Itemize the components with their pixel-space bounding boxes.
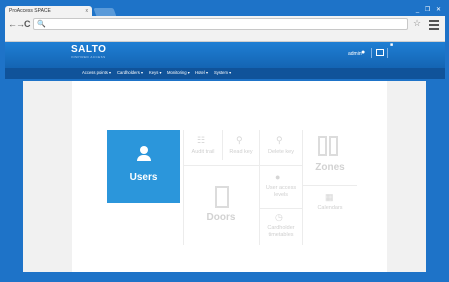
tile-user-access-levels-label: User access	[265, 185, 297, 191]
grid-divider	[302, 185, 357, 186]
tile-user-access-levels[interactable]: ● User access levels	[261, 172, 301, 206]
user-icon[interactable]: ●	[361, 49, 365, 56]
tile-zones[interactable]: Zones	[304, 130, 356, 182]
tile-cardholder-timetables-label: Cardholder	[267, 225, 295, 231]
grid-divider	[183, 165, 303, 166]
nav-hotel[interactable]: Hotel ▾	[195, 70, 208, 75]
grid-divider	[259, 130, 260, 245]
logo-tagline: INSPIRED ACCESS	[71, 55, 106, 59]
audit-trail-icon: ☷	[197, 135, 206, 145]
tile-users-label: Users	[129, 172, 158, 183]
tile-cardholder-timetables-label-2: timetables	[268, 232, 294, 238]
calendar-icon: ▦	[325, 192, 334, 202]
tile-read-key[interactable]: ⚲ Read key	[224, 133, 258, 163]
bookmark-star-icon[interactable]: ☆	[413, 18, 421, 29]
settings-icon[interactable]: ■	[390, 42, 393, 48]
tile-zones-label: Zones	[315, 162, 345, 173]
door-icon	[215, 186, 229, 208]
grid-divider	[302, 130, 303, 245]
username[interactable]: admin	[348, 51, 362, 57]
browser-menu-icon[interactable]	[429, 20, 439, 32]
reload-icon[interactable]: C	[24, 19, 31, 29]
clock-icon: ◷	[275, 212, 283, 222]
tile-read-key-label: Read key	[229, 149, 253, 155]
header-divider	[371, 48, 372, 58]
app-header: SALTO INSPIRED ACCESS admin ● ■	[5, 42, 445, 68]
tile-user-access-levels-label-2: levels	[273, 192, 289, 198]
nav-monitoring[interactable]: Monitoring ▾	[167, 70, 190, 75]
tile-cardholder-timetables[interactable]: ◷ Cardholder timetables	[261, 212, 301, 246]
salto-logo: SALTO	[71, 44, 107, 55]
key-icon: ⚲	[236, 135, 243, 145]
address-bar: ← → C 🔍 ☆	[5, 16, 445, 42]
tile-delete-key-label: Delete key	[268, 149, 294, 155]
url-input[interactable]: 🔍	[33, 18, 408, 30]
grid-divider	[259, 208, 303, 209]
tile-calendars-label: Calendars	[317, 205, 343, 211]
search-icon: 🔍	[37, 21, 46, 28]
main-nav: Access points ▾ Cardholders ▾ Keys ▾ Mon…	[5, 68, 445, 79]
header-divider	[387, 48, 388, 58]
user-icon	[137, 146, 151, 162]
logout-icon[interactable]	[376, 49, 384, 56]
window-controls[interactable]: _ ❐ ✕	[416, 6, 443, 13]
tile-audit-trail-label: Audit trail	[191, 149, 215, 155]
nav-access-points[interactable]: Access points ▾	[82, 70, 111, 75]
tile-calendars[interactable]: ▦ Calendars	[304, 190, 356, 220]
nav-cardholders[interactable]: Cardholders ▾	[117, 70, 143, 75]
tab-close-icon[interactable]: x	[86, 8, 89, 14]
tab-title: ProAccess SPACE	[9, 8, 51, 14]
tile-delete-key[interactable]: ⚲ Delete key	[262, 133, 300, 163]
tile-users[interactable]: Users	[107, 130, 180, 203]
tile-audit-trail[interactable]: ☷ Audit trail	[186, 133, 220, 163]
grid-divider	[183, 130, 184, 245]
grid-divider	[222, 130, 223, 160]
zones-icon	[318, 136, 338, 156]
tab-strip: ProAccess SPACE x _ ❐ ✕	[5, 4, 445, 17]
nav-system[interactable]: System ▾	[214, 70, 231, 75]
nav-keys[interactable]: Keys ▾	[149, 70, 162, 75]
user-access-icon: ●	[275, 172, 281, 182]
tile-doors-label: Doors	[206, 212, 236, 223]
delete-key-icon: ⚲	[276, 135, 283, 145]
